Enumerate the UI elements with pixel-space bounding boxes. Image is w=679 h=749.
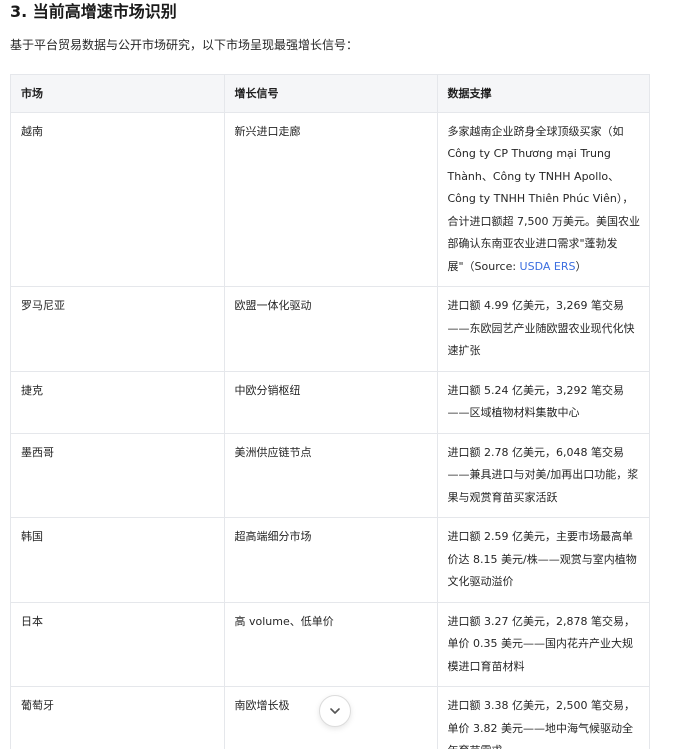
table-row: 越南 新兴进口走廊 多家越南企业跻身全球顶级买家（如 Công ty CP Th… <box>11 112 649 287</box>
cell-evidence: 多家越南企业跻身全球顶级买家（如 Công ty CP Thương mại T… <box>437 112 649 287</box>
market-table: 市场 增长信号 数据支撑 越南 新兴进口走廊 多家越南企业跻身全球顶级买家（如 … <box>11 75 649 749</box>
cell-signal: 美洲供应链节点 <box>224 433 438 518</box>
cell-evidence: 进口额 2.59 亿美元，主要市场最高单价达 8.15 美元/株——观赏与室内植… <box>437 517 649 603</box>
cell-evidence: 进口额 5.24 亿美元，3,292 笔交易——区域植物材料集散中心 <box>437 371 649 434</box>
cell-market: 日本 <box>11 602 225 687</box>
table-header-row: 市场 增长信号 数据支撑 <box>11 75 649 113</box>
evidence-text: 多家越南企业跻身全球顶级买家（如 Công ty CP Thương mại T… <box>447 124 640 273</box>
table-row: 捷克 中欧分销枢纽 进口额 5.24 亿美元，3,292 笔交易——区域植物材料… <box>11 371 649 434</box>
cell-evidence: 进口额 3.27 亿美元，2,878 笔交易，单价 0.35 美元——国内花卉产… <box>437 602 649 687</box>
cell-evidence: 进口额 2.78 亿美元，6,048 笔交易——兼具进口与对美/加再出口功能，浆… <box>437 433 649 518</box>
market-table-container: 市场 增长信号 数据支撑 越南 新兴进口走廊 多家越南企业跻身全球顶级买家（如 … <box>10 74 650 749</box>
table-row: 韩国 超高端细分市场 进口额 2.59 亿美元，主要市场最高单价达 8.15 美… <box>11 517 649 603</box>
cell-signal: 中欧分销枢纽 <box>224 371 438 434</box>
source-link[interactable]: USDA ERS <box>520 260 576 273</box>
intro-text: 基于平台贸易数据与公开市场研究，以下市场呈现最强增长信号： <box>10 38 359 52</box>
section-heading: 3. 当前高增速市场识别 <box>10 2 177 21</box>
column-header-market: 市场 <box>11 75 225 113</box>
cell-market: 葡萄牙 <box>11 686 225 749</box>
evidence-text-end: ） <box>575 259 587 273</box>
cell-signal: 超高端细分市场 <box>224 517 438 603</box>
cell-market: 韩国 <box>11 517 225 603</box>
table-row: 罗马尼亚 欧盟一体化驱动 进口额 4.99 亿美元，3,269 笔交易——东欧园… <box>11 286 649 372</box>
scroll-down-button[interactable] <box>319 695 351 727</box>
column-header-signal: 增长信号 <box>224 75 438 113</box>
table-row: 墨西哥 美洲供应链节点 进口额 2.78 亿美元，6,048 笔交易——兼具进口… <box>11 433 649 518</box>
table-row: 日本 高 volume、低单价 进口额 3.27 亿美元，2,878 笔交易，单… <box>11 602 649 687</box>
cell-evidence: 进口额 3.38 亿美元，2,500 笔交易，单价 3.82 美元——地中海气候… <box>437 686 649 749</box>
cell-market: 越南 <box>11 112 225 287</box>
cell-market: 捷克 <box>11 371 225 434</box>
cell-signal: 欧盟一体化驱动 <box>224 286 438 372</box>
cell-evidence: 进口额 4.99 亿美元，3,269 笔交易——东欧园艺产业随欧盟农业现代化快速… <box>437 286 649 372</box>
cell-market: 墨西哥 <box>11 433 225 518</box>
chevron-down-icon <box>330 708 340 714</box>
cell-market: 罗马尼亚 <box>11 286 225 372</box>
column-header-evidence: 数据支撑 <box>437 75 649 113</box>
cell-signal: 高 volume、低单价 <box>224 602 438 687</box>
cell-signal: 新兴进口走廊 <box>224 112 438 287</box>
